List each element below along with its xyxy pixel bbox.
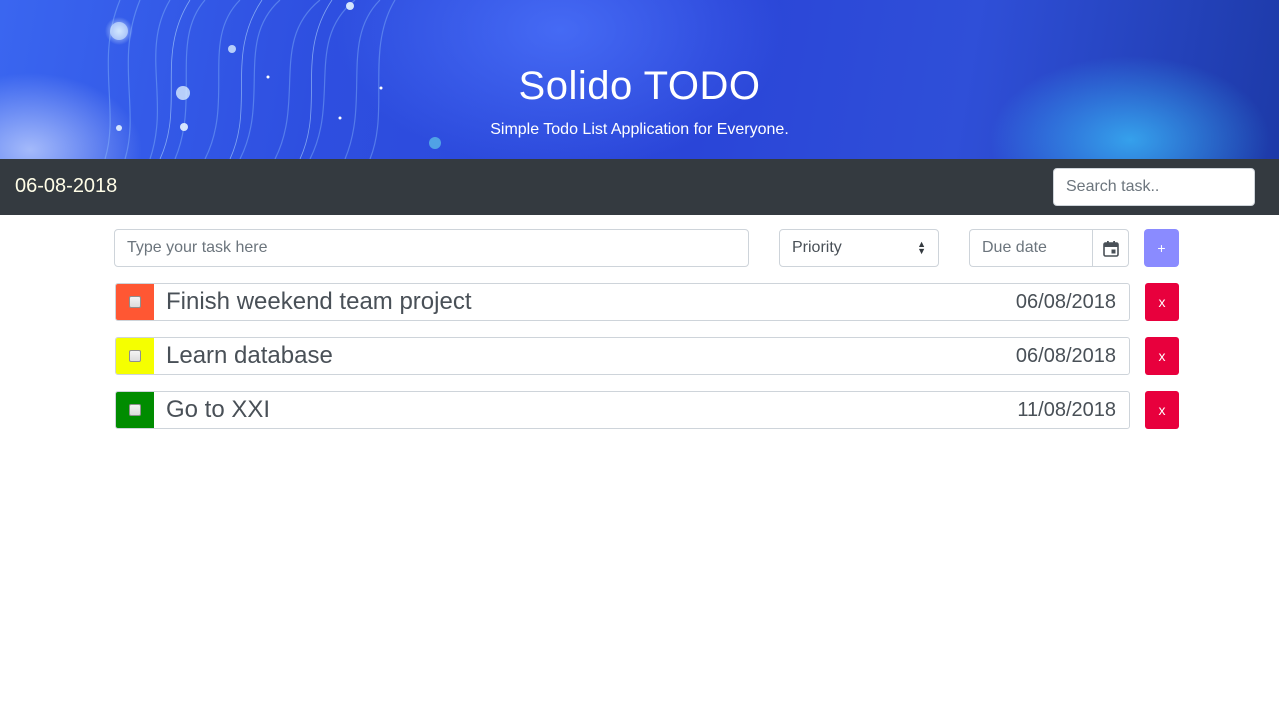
app-title: Solido TODO [518,64,761,108]
task-row: Learn database 06/08/2018 x [0,337,1279,391]
priority-select-label: Priority [792,239,842,256]
task-card: Finish weekend team project 06/08/2018 [115,283,1130,321]
task-row: Finish weekend team project 06/08/2018 x [0,283,1279,337]
task-checkbox[interactable] [129,404,141,416]
task-text: Go to XXI [166,396,271,423]
app-subtitle: Simple Todo List Application for Everyon… [490,121,789,138]
current-date: 06-08-2018 [15,175,118,197]
header-banner: Solido TODO Simple Todo List Application… [0,0,1279,159]
priority-indicator [116,338,154,374]
task-list: Finish weekend team project 06/08/2018 x… [0,283,1279,445]
task-card: Go to XXI 11/08/2018 [115,391,1130,429]
priority-indicator [116,284,154,320]
priority-indicator [116,392,154,428]
select-arrows-icon: ▲ ▼ [917,239,926,256]
due-date-group [969,229,1129,267]
calendar-button[interactable] [1092,229,1129,267]
task-checkbox[interactable] [129,350,141,362]
task-input[interactable] [114,229,749,267]
priority-select[interactable]: Priority ▲ ▼ [779,229,939,267]
task-due-date: 06/08/2018 [1015,344,1116,367]
navbar: 06-08-2018 [0,159,1279,215]
delete-task-button[interactable]: x [1145,337,1179,375]
task-checkbox[interactable] [129,296,141,308]
task-text: Finish weekend team project [166,288,472,315]
due-date-input[interactable] [969,229,1092,267]
search-input[interactable] [1053,168,1255,206]
calendar-icon [1102,240,1119,257]
add-task-form: Priority ▲▼ + [0,215,1279,283]
task-due-date: 11/08/2018 [1017,398,1116,421]
add-task-button[interactable]: + [1144,229,1179,267]
task-card: Learn database 06/08/2018 [115,337,1130,375]
task-row: Go to XXI 11/08/2018 x [0,391,1279,445]
delete-task-button[interactable]: x [1145,391,1179,429]
task-due-date: 06/08/2018 [1015,290,1116,313]
delete-task-button[interactable]: x [1145,283,1179,321]
task-text: Learn database [166,342,333,369]
